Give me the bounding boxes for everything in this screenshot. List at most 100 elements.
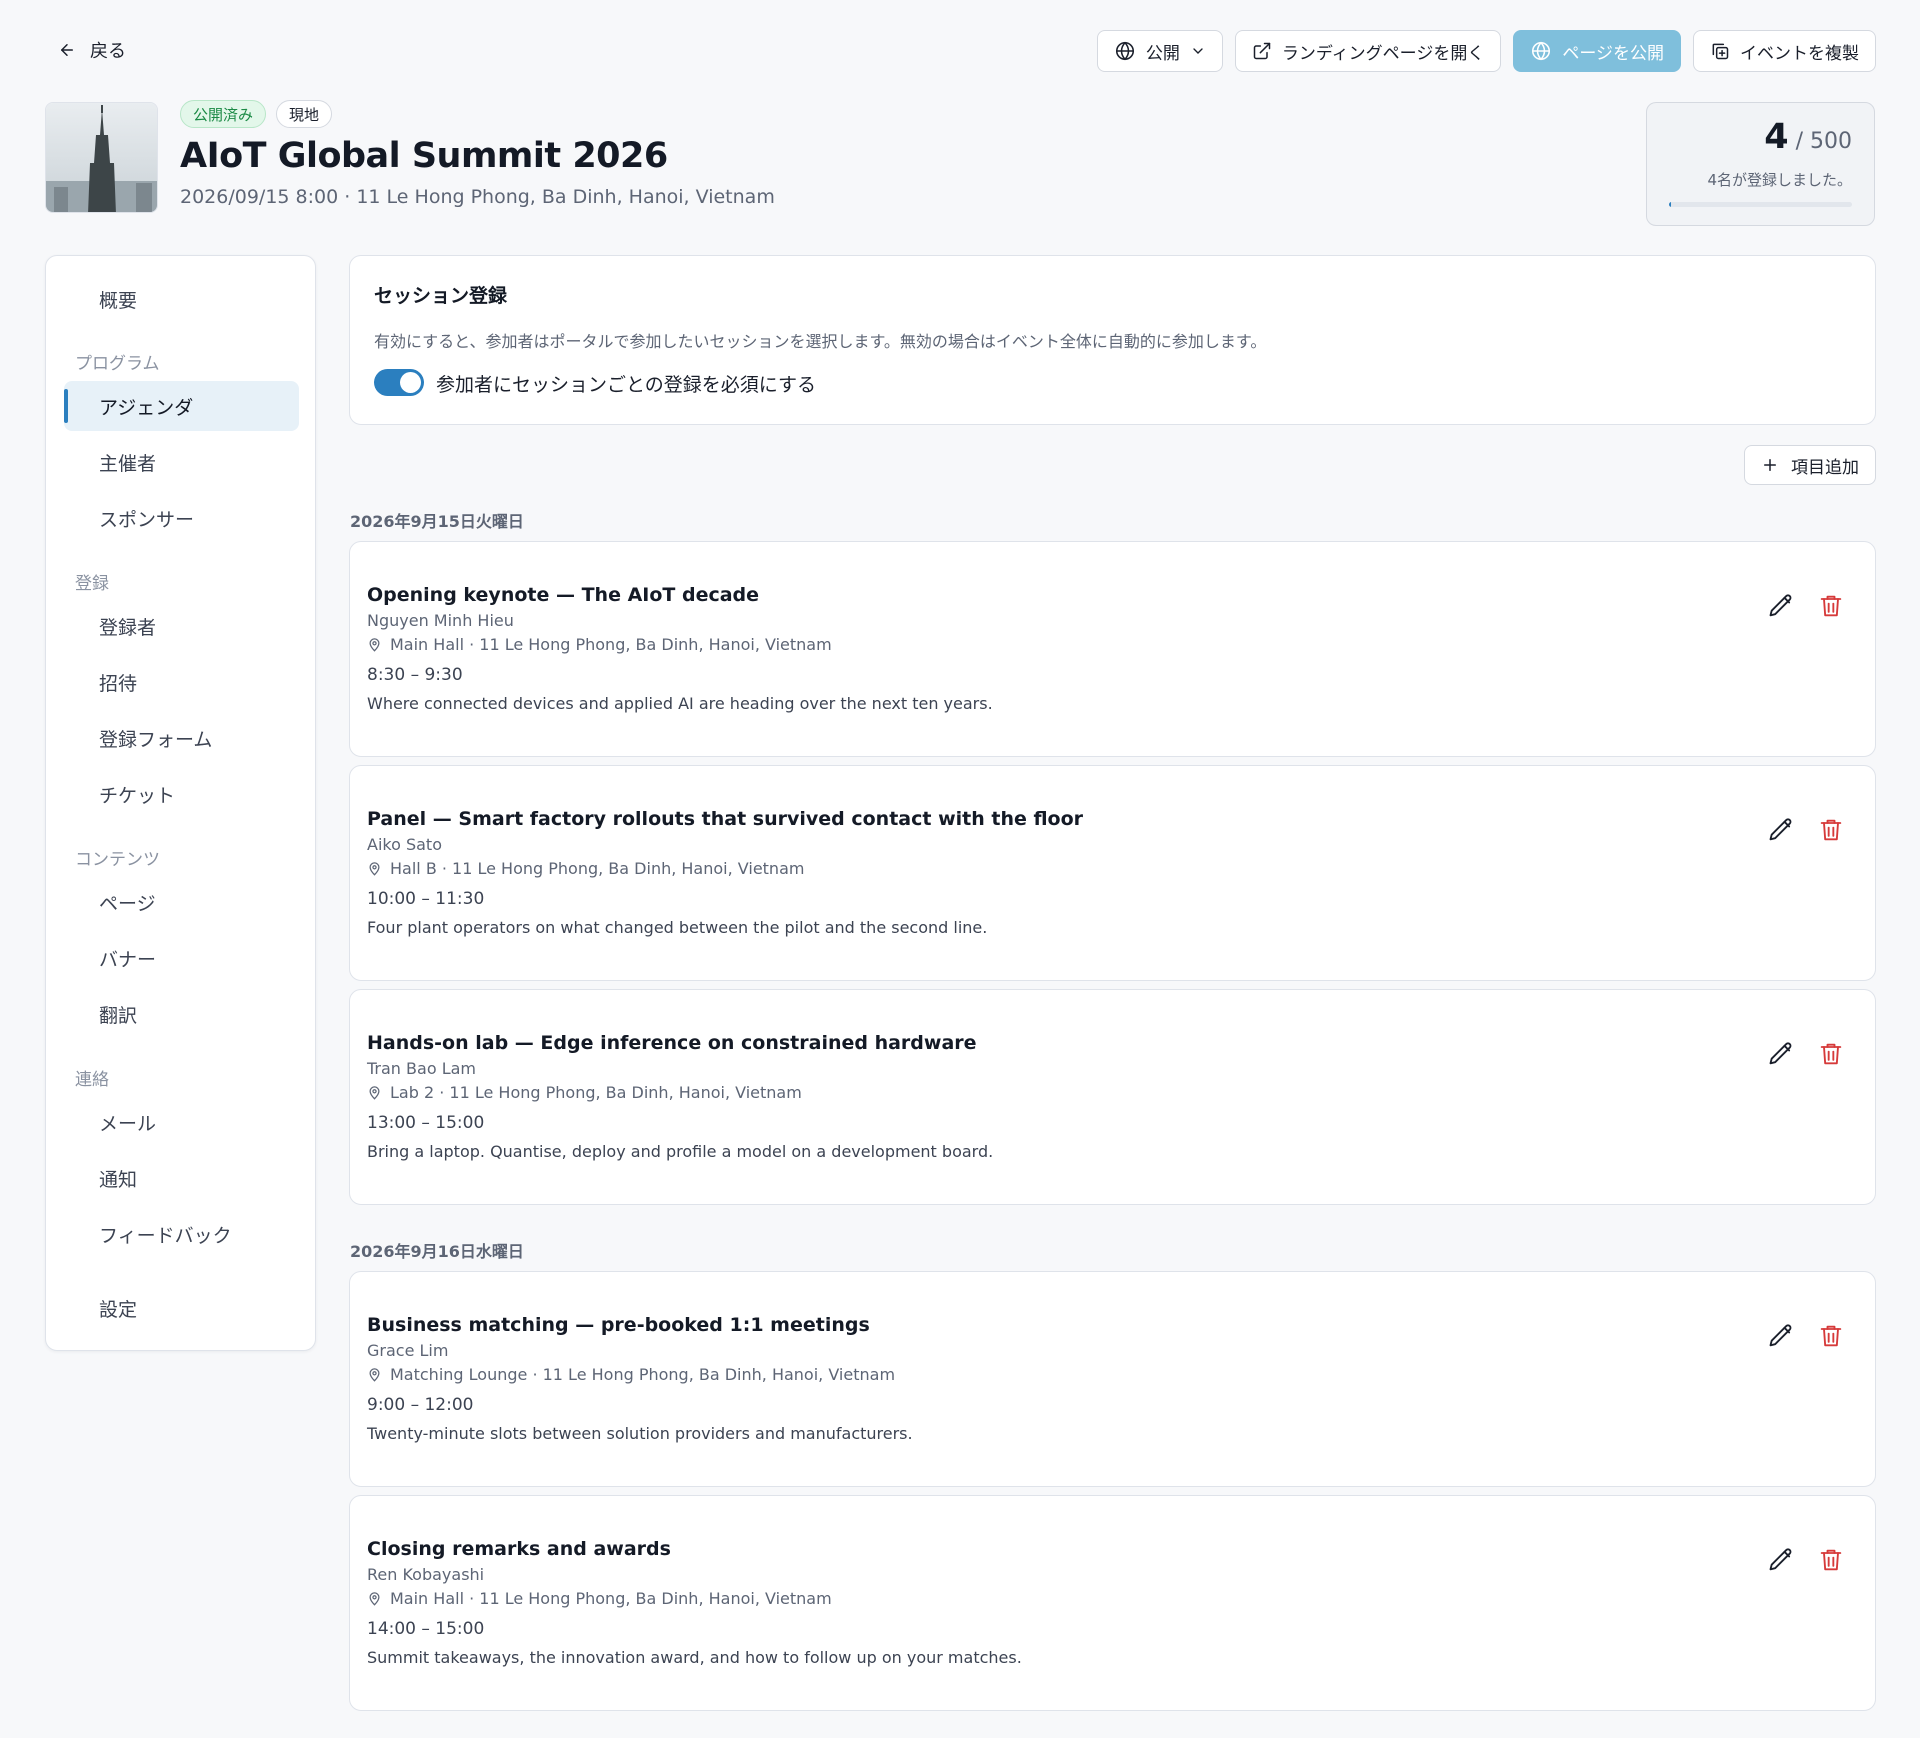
agenda-item-title: Business matching — pre-booked 1:1 meeti… <box>367 1314 870 1336</box>
agenda-item-time: 8:30 – 9:30 <box>367 665 463 685</box>
sidebar-group-registration: 登録 <box>75 574 109 594</box>
trash-icon <box>1817 592 1845 620</box>
pencil-icon <box>1767 592 1795 620</box>
edit-agenda-item-button[interactable] <box>1767 1322 1795 1350</box>
duplicate-event-button[interactable]: イベントを複製 <box>1693 30 1876 72</box>
sidebar-item-notifications[interactable]: 通知 <box>64 1153 299 1203</box>
agenda-item-speaker: Ren Kobayashi <box>367 1565 485 1584</box>
trash-icon <box>1817 1040 1845 1068</box>
agenda-item-card: Hands-on lab — Edge inference on constra… <box>349 989 1876 1205</box>
sidebar-item-pages[interactable]: ページ <box>64 877 299 927</box>
visibility-label: 公開 <box>1145 43 1180 64</box>
agenda-item-location-text: Hall B · 11 Le Hong Phong, Ba Dinh, Hano… <box>390 859 805 878</box>
sidebar-item-banners[interactable]: バナー <box>64 933 299 983</box>
day-label: 2026年9月15日火曜日 <box>350 512 524 531</box>
delete-agenda-item-button[interactable] <box>1817 1040 1845 1068</box>
capacity-progress-fill <box>1669 202 1671 207</box>
delete-agenda-item-button[interactable] <box>1817 1546 1845 1574</box>
registered-count: 4 <box>1764 117 1789 157</box>
sidebar-item-invitations[interactable]: 招待 <box>64 657 299 707</box>
agenda-item-description: Twenty-minute slots between solution pro… <box>367 1424 913 1443</box>
agenda-item-title: Closing remarks and awards <box>367 1538 671 1560</box>
agenda-item-location-text: Main Hall · 11 Le Hong Phong, Ba Dinh, H… <box>390 1589 832 1608</box>
agenda-item-description: Bring a laptop. Quantise, deploy and pro… <box>367 1142 994 1161</box>
sidebar-item-registrants[interactable]: 登録者 <box>64 601 299 651</box>
edit-agenda-item-button[interactable] <box>1767 1546 1795 1574</box>
map-pin-icon <box>367 861 382 876</box>
sidebar-item-mail[interactable]: メール <box>64 1097 299 1147</box>
agenda-item-location: Hall B · 11 Le Hong Phong, Ba Dinh, Hano… <box>367 859 804 878</box>
pencil-icon <box>1767 1546 1795 1574</box>
external-link-icon <box>1252 41 1272 61</box>
toggle-knob <box>400 372 421 393</box>
event-date-location: 2026/09/15 8:00 · 11 Le Hong Phong, Ba D… <box>180 186 775 208</box>
add-item-label: 項目追加 <box>1791 457 1859 478</box>
session-registration-toggle[interactable] <box>374 369 424 396</box>
sidebar-item-sponsors[interactable]: スポンサー <box>64 493 299 543</box>
back-label: 戻る <box>90 41 126 62</box>
publish-page-label: ページを公開 <box>1562 43 1664 64</box>
sidebar-item-agenda[interactable]: アジェンダ <box>64 381 299 431</box>
sidebar-item-registration-form[interactable]: 登録フォーム <box>64 713 299 763</box>
capacity-progress-bar <box>1669 202 1852 207</box>
map-pin-icon <box>367 637 382 652</box>
delete-agenda-item-button[interactable] <box>1817 816 1845 844</box>
edit-agenda-item-button[interactable] <box>1767 816 1795 844</box>
agenda-item-time: 10:00 – 11:30 <box>367 889 485 909</box>
agenda-item-speaker: Aiko Sato <box>367 835 442 854</box>
delete-agenda-item-button[interactable] <box>1817 1322 1845 1350</box>
agenda-item-location: Main Hall · 11 Le Hong Phong, Ba Dinh, H… <box>367 635 832 654</box>
agenda-item-speaker: Nguyen Minh Hieu <box>367 611 514 630</box>
back-button[interactable]: 戻る <box>58 34 126 66</box>
map-pin-icon <box>367 1367 382 1382</box>
agenda-item-description: Where connected devices and applied AI a… <box>367 694 993 713</box>
event-sidebar-nav: 概要 プログラム アジェンダ 主催者 スポンサー 登録 登録者 招待 登録フォー… <box>45 255 316 1351</box>
publish-page-button[interactable]: ページを公開 <box>1513 30 1681 72</box>
pencil-icon <box>1767 816 1795 844</box>
agenda-item-description: Summit takeaways, the innovation award, … <box>367 1648 1022 1667</box>
agenda-item-location-text: Lab 2 · 11 Le Hong Phong, Ba Dinh, Hanoi… <box>390 1083 802 1102</box>
globe-icon <box>1530 40 1552 62</box>
pencil-icon <box>1767 1322 1795 1350</box>
sidebar-item-translations[interactable]: 翻訳 <box>64 989 299 1039</box>
sidebar-group-content: コンテンツ <box>75 850 160 870</box>
open-landing-page-label: ランディングページを開く <box>1281 43 1485 64</box>
trash-icon <box>1817 1546 1845 1574</box>
sidebar-item-feedback[interactable]: フィードバック <box>64 1209 299 1259</box>
sidebar-item-organizers[interactable]: 主催者 <box>64 437 299 487</box>
registered-note: 4名が登録しました。 <box>1707 171 1852 189</box>
agenda-item-card: Business matching — pre-booked 1:1 meeti… <box>349 1271 1876 1487</box>
agenda-item-location-text: Main Hall · 11 Le Hong Phong, Ba Dinh, H… <box>390 635 832 654</box>
agenda-item-speaker: Grace Lim <box>367 1341 449 1360</box>
registration-capacity-card: 4 / 500 4名が登録しました。 <box>1646 102 1875 226</box>
open-landing-page-button[interactable]: ランディングページを開く <box>1234 30 1502 72</box>
sidebar-item-overview[interactable]: 概要 <box>64 274 299 324</box>
agenda-item-card: Panel — Smart factory rollouts that surv… <box>349 765 1876 981</box>
plus-icon <box>1761 456 1779 474</box>
agenda-item-location-text: Matching Lounge · 11 Le Hong Phong, Ba D… <box>390 1365 896 1384</box>
event-thumbnail <box>45 102 158 213</box>
event-title: AIoT Global Summit 2026 <box>180 136 668 176</box>
delete-agenda-item-button[interactable] <box>1817 592 1845 620</box>
agenda-item-card: Closing remarks and awards Ren Kobayashi… <box>349 1495 1876 1711</box>
sidebar-item-tickets[interactable]: チケット <box>64 769 299 819</box>
visibility-dropdown[interactable]: 公開 <box>1096 30 1223 72</box>
edit-agenda-item-button[interactable] <box>1767 592 1795 620</box>
event-header: 公開済み 現地 AIoT Global Summit 2026 2026/09/… <box>45 100 1875 230</box>
chevron-down-icon <box>1190 43 1206 59</box>
agenda-item-description: Four plant operators on what changed bet… <box>367 918 988 937</box>
trash-icon <box>1817 816 1845 844</box>
agenda-item-title: Opening keynote — The AIoT decade <box>367 584 760 606</box>
sidebar-group-program: プログラム <box>75 354 160 374</box>
agenda-item-location: Main Hall · 11 Le Hong Phong, Ba Dinh, H… <box>367 1589 832 1608</box>
pencil-icon <box>1767 1040 1795 1068</box>
agenda-item-title: Panel — Smart factory rollouts that surv… <box>367 808 1084 830</box>
sidebar-item-settings[interactable]: 設定 <box>64 1283 299 1333</box>
top-bar: 戻る 公開 ランディングページを開く ページを公開 イベントを複製 <box>0 0 1920 100</box>
add-item-button[interactable]: 項目追加 <box>1744 445 1876 485</box>
agenda-item-title: Hands-on lab — Edge inference on constra… <box>367 1032 977 1054</box>
agenda-item-speaker: Tran Bao Lam <box>367 1059 476 1078</box>
edit-agenda-item-button[interactable] <box>1767 1040 1795 1068</box>
venue-type-badge: 現地 <box>276 100 333 128</box>
session-registration-card: セッション登録 有効にすると、参加者はポータルで参加したいセッションを選択します… <box>349 255 1876 425</box>
